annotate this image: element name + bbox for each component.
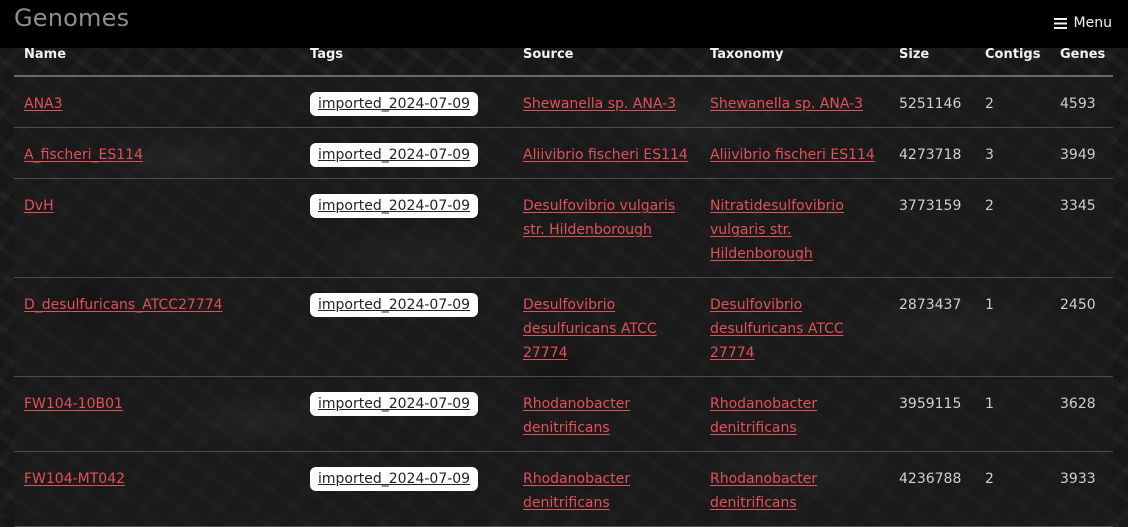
taxonomy-link[interactable]: Rhodanobacter denitrificans bbox=[710, 396, 817, 436]
table-row: ANA3 imported_2024-07-09 Shewanella sp. … bbox=[14, 76, 1113, 128]
tag-badge[interactable]: imported_2024-07-09 bbox=[310, 143, 479, 167]
genes-value: 3628 bbox=[1050, 376, 1113, 452]
size-value: 3773159 bbox=[889, 178, 975, 278]
table-row: D_desulfuricans_ATCC27774 imported_2024-… bbox=[14, 277, 1113, 377]
size-value: 4236788 bbox=[889, 451, 975, 527]
contigs-value: 2 bbox=[975, 451, 1050, 527]
contigs-value: 1 bbox=[975, 376, 1050, 452]
genomes-table-container: Name Tags Source Taxonomy Size Contigs G… bbox=[14, 43, 1113, 527]
genome-name-link[interactable]: DvH bbox=[24, 198, 54, 214]
table-header-row: Name Tags Source Taxonomy Size Contigs G… bbox=[14, 43, 1113, 77]
column-header-source[interactable]: Source bbox=[513, 43, 700, 77]
column-header-name[interactable]: Name bbox=[14, 43, 300, 77]
tag-badge[interactable]: imported_2024-07-09 bbox=[310, 194, 479, 218]
genes-value: 3933 bbox=[1050, 451, 1113, 527]
genome-name-link[interactable]: FW104-10B01 bbox=[24, 396, 123, 412]
app-header: Genomes Menu bbox=[0, 0, 1128, 48]
table-row: DvH imported_2024-07-09 Desulfovibrio vu… bbox=[14, 178, 1113, 278]
genome-name-link[interactable]: ANA3 bbox=[24, 96, 63, 112]
column-header-size[interactable]: Size bbox=[889, 43, 975, 77]
column-header-genes[interactable]: Genes bbox=[1050, 43, 1113, 77]
source-link[interactable]: Rhodanobacter denitrificans bbox=[523, 396, 630, 436]
menu-button[interactable]: Menu bbox=[1053, 15, 1112, 31]
size-value: 3959115 bbox=[889, 376, 975, 452]
genes-value: 2450 bbox=[1050, 277, 1113, 377]
contigs-value: 3 bbox=[975, 127, 1050, 179]
tag-badge[interactable]: imported_2024-07-09 bbox=[310, 392, 479, 416]
taxonomy-link[interactable]: Nitratidesulfovibrio vulgaris str. Hilde… bbox=[710, 198, 844, 262]
source-link[interactable]: Desulfovibrio desulfuricans ATCC 27774 bbox=[523, 297, 657, 361]
column-header-tags[interactable]: Tags bbox=[300, 43, 513, 77]
menu-label: Menu bbox=[1073, 15, 1112, 31]
genomes-table: Name Tags Source Taxonomy Size Contigs G… bbox=[14, 43, 1113, 527]
tag-badge[interactable]: imported_2024-07-09 bbox=[310, 467, 479, 491]
table-row: FW104-10B01 imported_2024-07-09 Rhodanob… bbox=[14, 376, 1113, 452]
genome-name-link[interactable]: A_fischeri_ES114 bbox=[24, 147, 143, 163]
table-row: A_fischeri_ES114 imported_2024-07-09 Ali… bbox=[14, 127, 1113, 179]
genes-value: 3949 bbox=[1050, 127, 1113, 179]
page-title: Genomes bbox=[14, 4, 130, 32]
source-link[interactable]: Shewanella sp. ANA-3 bbox=[523, 96, 676, 112]
taxonomy-link[interactable]: Aliivibrio fischeri ES114 bbox=[710, 147, 875, 163]
genome-name-link[interactable]: D_desulfuricans_ATCC27774 bbox=[24, 297, 223, 313]
genome-name-link[interactable]: FW104-MT042 bbox=[24, 471, 125, 487]
source-link[interactable]: Rhodanobacter denitrificans bbox=[523, 471, 630, 511]
contigs-value: 2 bbox=[975, 76, 1050, 128]
taxonomy-link[interactable]: Desulfovibrio desulfuricans ATCC 27774 bbox=[710, 297, 844, 361]
tag-badge[interactable]: imported_2024-07-09 bbox=[310, 92, 479, 116]
tag-badge[interactable]: imported_2024-07-09 bbox=[310, 293, 479, 317]
contigs-value: 2 bbox=[975, 178, 1050, 278]
size-value: 5251146 bbox=[889, 76, 975, 128]
contigs-value: 1 bbox=[975, 277, 1050, 377]
genes-value: 4593 bbox=[1050, 76, 1113, 128]
source-link[interactable]: Desulfovibrio vulgaris str. Hildenboroug… bbox=[523, 198, 675, 238]
column-header-taxonomy[interactable]: Taxonomy bbox=[700, 43, 889, 77]
size-value: 2873437 bbox=[889, 277, 975, 377]
hamburger-icon bbox=[1053, 17, 1067, 29]
taxonomy-link[interactable]: Rhodanobacter denitrificans bbox=[710, 471, 817, 511]
size-value: 4273718 bbox=[889, 127, 975, 179]
taxonomy-link[interactable]: Shewanella sp. ANA-3 bbox=[710, 96, 863, 112]
column-header-contigs[interactable]: Contigs bbox=[975, 43, 1050, 77]
genes-value: 3345 bbox=[1050, 178, 1113, 278]
source-link[interactable]: Aliivibrio fischeri ES114 bbox=[523, 147, 688, 163]
table-row: FW104-MT042 imported_2024-07-09 Rhodanob… bbox=[14, 451, 1113, 527]
